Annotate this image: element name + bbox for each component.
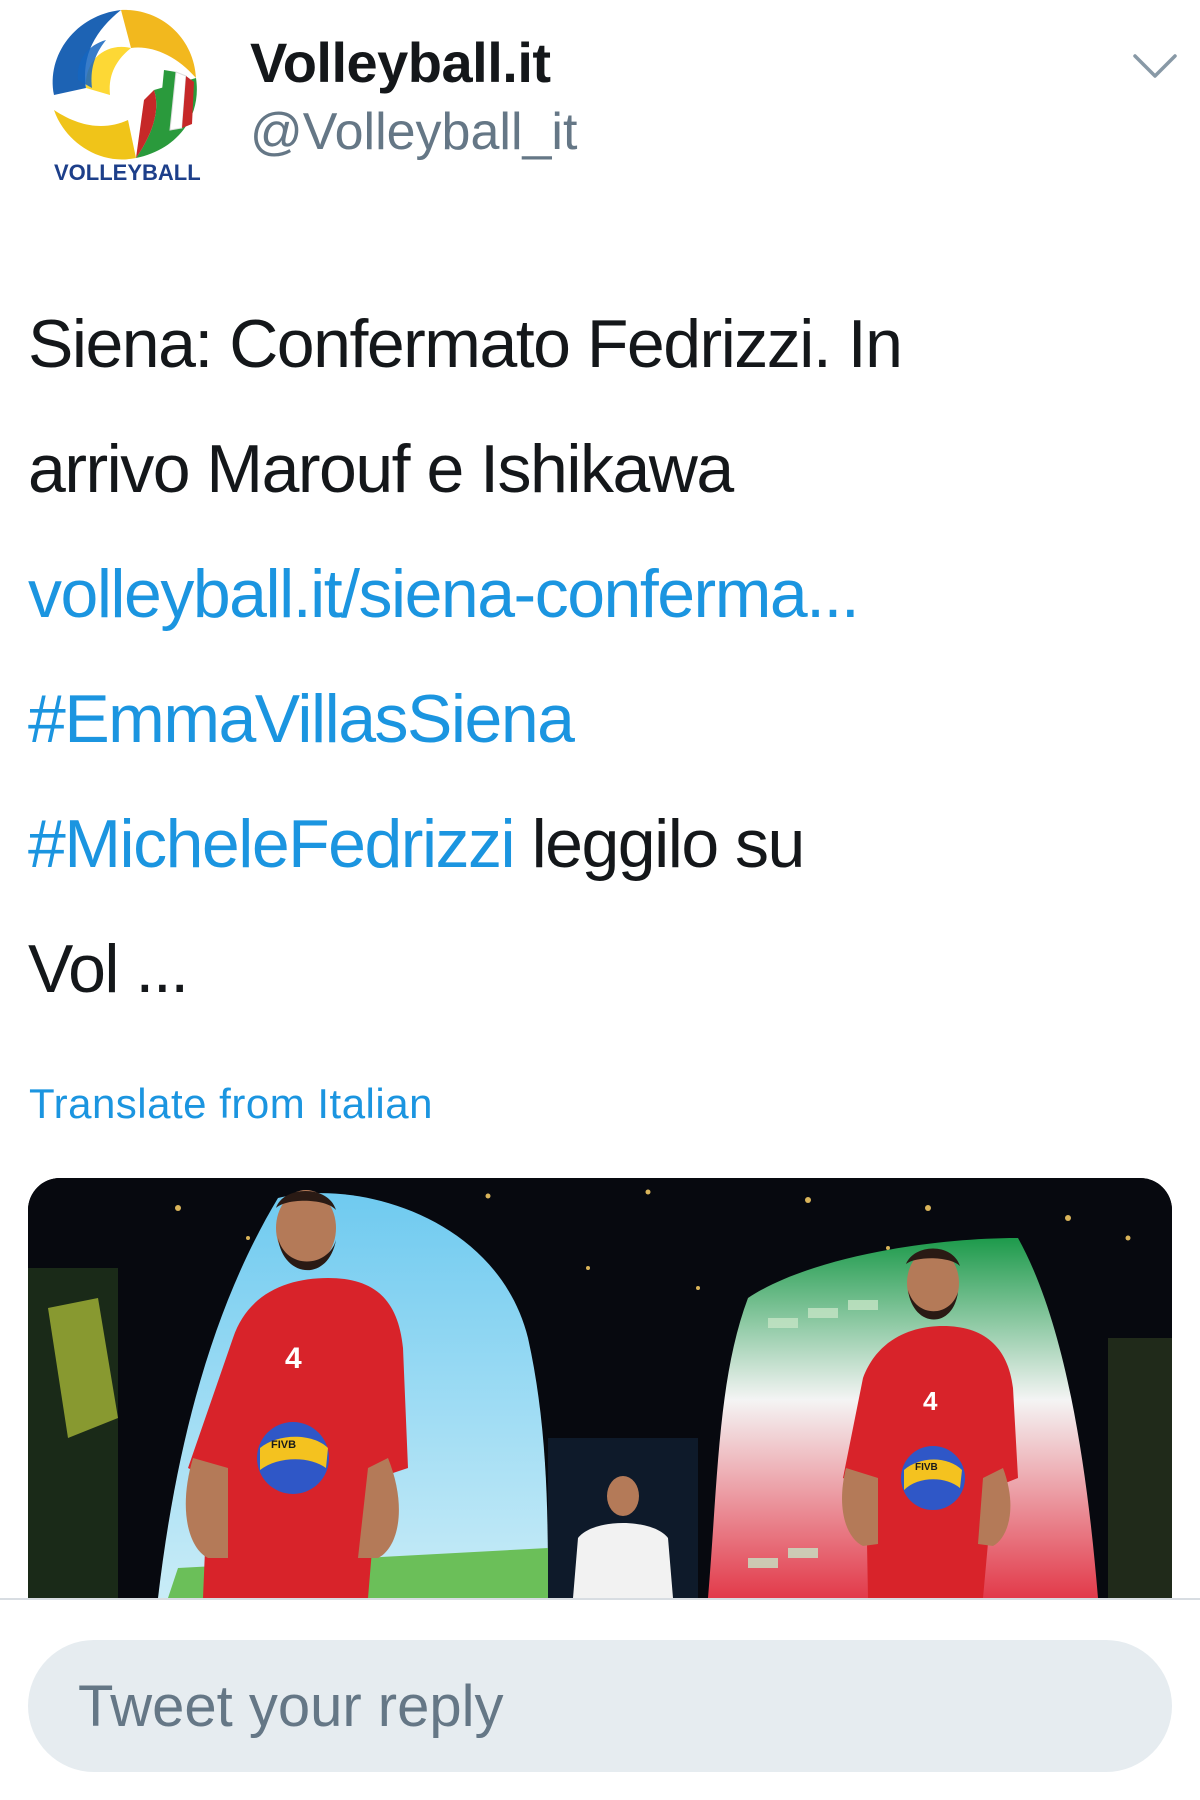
- tweet-text-line: arrivo Marouf e Ishikawa: [28, 407, 1168, 532]
- hashtag-link[interactable]: #EmmaVillasSiena: [28, 681, 575, 757]
- author-handle[interactable]: @Volleyball_it: [250, 102, 577, 162]
- photo-jersey-number-right: 4: [923, 1386, 938, 1416]
- avatar[interactable]: VOLLEYBALL: [36, 0, 206, 190]
- tweet-detail-page: VOLLEYBALL Volleyball.it @Volleyball_it …: [0, 0, 1200, 1800]
- tweet-text-line: volleyball.it/siena-conferma...: [28, 532, 1168, 657]
- reply-bar: [0, 1598, 1200, 1800]
- chevron-down-icon[interactable]: [1132, 52, 1178, 82]
- hashtag-link[interactable]: #MicheleFedrizzi: [28, 806, 516, 882]
- tweet-text: Siena: Confermato Fedrizzi. In arrivo Mar…: [28, 282, 1168, 1032]
- photo-ball-label-left: FIVB: [271, 1439, 296, 1451]
- photo-ball-label-right: FIVB: [915, 1462, 938, 1473]
- volleyball-it-logo-icon: VOLLEYBALL: [52, 9, 201, 185]
- tweet-text-segment: arrivo Marouf e Ishikawa: [28, 431, 734, 507]
- tweet-text-segment: Siena: Confermato Fedrizzi. In: [28, 306, 903, 382]
- tweet-text-line: #MicheleFedrizzi leggilo su: [28, 782, 1168, 907]
- tweet-text-line: #EmmaVillasSiena: [28, 657, 1168, 782]
- tweet-text-segment: leggilo su: [514, 806, 806, 882]
- url-link[interactable]: volleyball.it/siena-conferma...: [28, 556, 860, 632]
- reply-input[interactable]: [28, 1640, 1172, 1772]
- author-display-name[interactable]: Volleyball.it: [250, 30, 551, 95]
- photo-volleyball-player-screens-icon: 4 4 FIVB FIVB: [28, 1178, 1172, 1598]
- tweet-text-line: Siena: Confermato Fedrizzi. In: [28, 282, 1168, 407]
- tweet-header: VOLLEYBALL Volleyball.it @Volleyball_it: [0, 0, 1200, 230]
- tweet-text-line: Vol ...: [28, 907, 1168, 1032]
- tweet-text-segment: Vol ...: [28, 931, 189, 1007]
- tweet-media-photo[interactable]: 4 4 FIVB FIVB: [28, 1178, 1172, 1598]
- avatar-logo-text: VOLLEYBALL: [54, 160, 201, 185]
- translate-link[interactable]: Translate from Italian: [29, 1080, 433, 1128]
- photo-jersey-number-left: 4: [285, 1342, 302, 1375]
